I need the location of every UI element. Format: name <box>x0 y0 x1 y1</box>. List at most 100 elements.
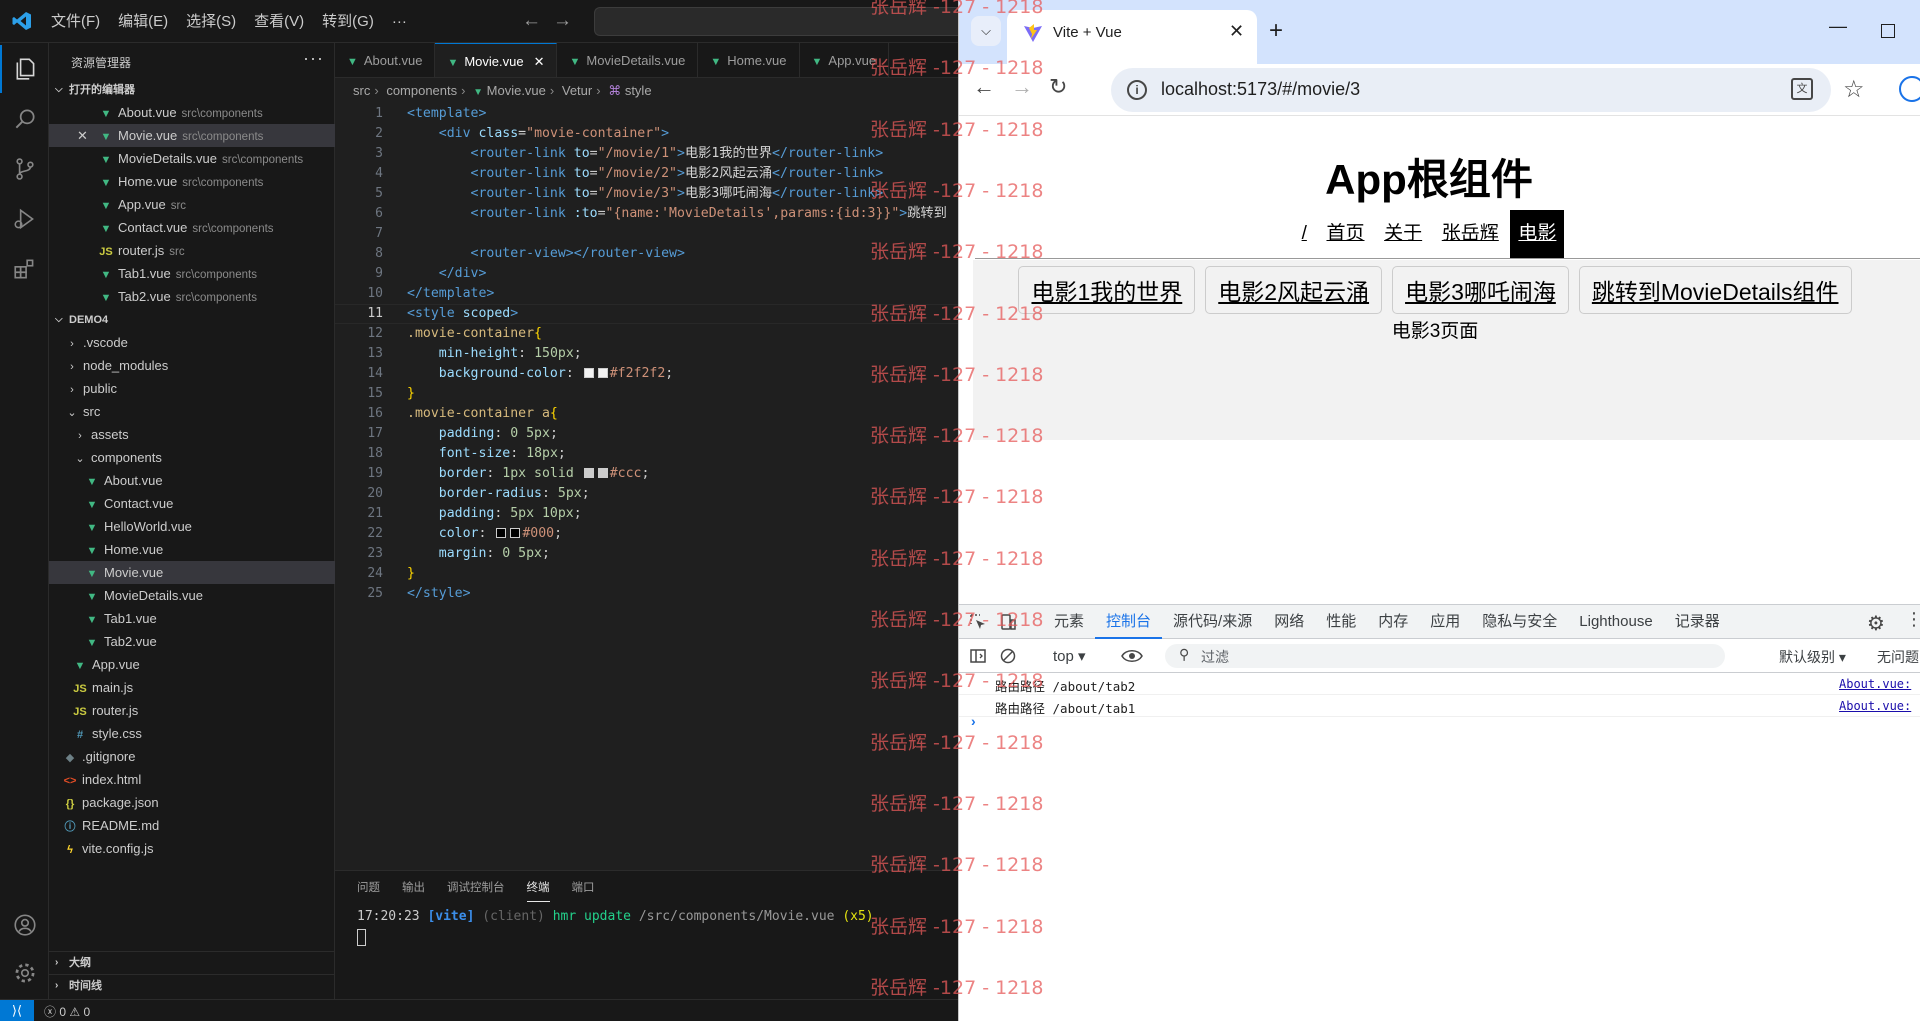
devtools-tab-performance[interactable]: 性能 <box>1315 605 1367 639</box>
open-editor-item[interactable]: ▼ MovieDetails.vue src\components <box>49 147 335 170</box>
sidebar-toggle-icon[interactable] <box>969 647 987 665</box>
bookmark-star-icon[interactable]: ☆ <box>1843 75 1865 104</box>
tab-movie-details[interactable]: ▼ MovieDetails.vue <box>557 43 699 77</box>
open-editor-item[interactable]: ▼ Home.vue src\components <box>49 170 335 193</box>
tree-file[interactable]: ▼ Contact.vue <box>49 492 335 515</box>
devtools-tab-network[interactable]: 网络 <box>1263 605 1315 639</box>
log-level-selector[interactable]: 默认级别 ▾ <box>1779 647 1846 667</box>
tab-movie[interactable]: ▼ Movie.vue ✕ <box>435 43 558 77</box>
tree-file[interactable]: ⓘ README.md <box>49 814 335 837</box>
explorer-icon[interactable] <box>0 45 49 93</box>
outline-header[interactable]: › 大纲 <box>49 951 335 973</box>
reload-icon[interactable]: ↻ <box>1049 74 1067 100</box>
panel-tab-problems[interactable]: 问题 <box>357 879 380 902</box>
tree-folder[interactable]: › .vscode <box>49 331 335 354</box>
tree-file[interactable]: ▼ Tab2.vue <box>49 630 335 653</box>
breadcrumb-item[interactable]: Vetur <box>562 83 592 98</box>
open-editor-item[interactable]: ▼ Tab2.vue src\components <box>49 285 335 308</box>
open-editor-item[interactable]: JS router.js src <box>49 239 335 262</box>
color-swatch-icon[interactable] <box>496 528 507 538</box>
run-debug-icon[interactable] <box>0 195 49 243</box>
inspect-icon[interactable] <box>969 613 987 631</box>
breadcrumb-item[interactable]: Movie.vue <box>487 83 546 98</box>
more-actions-icon[interactable]: ··· <box>303 48 324 69</box>
movie-link-1[interactable]: 电影1我的世界 <box>1018 266 1196 314</box>
problems-count[interactable]: ⓧ 0 ⚠ 0 <box>44 1003 90 1020</box>
color-swatch-icon[interactable] <box>597 468 608 478</box>
color-swatch-icon[interactable] <box>583 468 594 478</box>
open-editor-item[interactable]: ▼ Tab1.vue src\components <box>49 262 335 285</box>
back-icon[interactable]: ← <box>973 74 995 100</box>
account-icon[interactable] <box>0 901 49 949</box>
devtools-tab-privacy[interactable]: 隐私与安全 <box>1471 605 1568 639</box>
breadcrumb-item[interactable]: components <box>386 83 457 98</box>
devtools-tab-console[interactable]: 控制台 <box>1095 605 1163 639</box>
close-tab-icon[interactable]: ✕ <box>1229 21 1244 42</box>
tree-file[interactable]: <> index.html <box>49 768 335 791</box>
menu-more[interactable]: ··· <box>383 0 416 43</box>
tree-file[interactable]: ϟ vite.config.js <box>49 837 335 860</box>
tree-file[interactable]: ▼ MovieDetails.vue <box>49 584 335 607</box>
devtools-more-icon[interactable]: ⋮ <box>1905 609 1920 630</box>
tree-file[interactable]: JS main.js <box>49 676 335 699</box>
search-icon[interactable] <box>0 95 49 143</box>
console-prompt-icon[interactable]: › <box>971 713 976 729</box>
devtools-tab-elements[interactable]: 元素 <box>1043 605 1095 639</box>
color-swatch-icon[interactable] <box>597 368 608 378</box>
open-editor-item-active[interactable]: ✕ ▼ Movie.vue src\components <box>49 124 335 147</box>
tree-file[interactable]: JS router.js <box>49 699 335 722</box>
close-icon[interactable]: ✕ <box>534 54 545 69</box>
devtools-tab-recorder[interactable]: 记录器 <box>1664 605 1731 639</box>
devtools-tab-sources[interactable]: 源代码/来源 <box>1162 605 1263 639</box>
arrow-right-icon[interactable]: → <box>553 10 572 32</box>
console-source-link[interactable]: About.vue: <box>1839 677 1911 691</box>
devtools-settings-icon[interactable]: ⚙ <box>1867 611 1885 636</box>
breadcrumb-item[interactable]: src <box>353 83 370 98</box>
movie-link-2[interactable]: 电影2风起云涌 <box>1205 266 1383 314</box>
device-toggle-icon[interactable] <box>999 613 1017 631</box>
tab-about[interactable]: ▼ About.vue <box>335 43 436 77</box>
tree-folder[interactable]: › public <box>49 377 335 400</box>
movie-details-link[interactable]: 跳转到MovieDetails组件 <box>1578 266 1852 314</box>
tab-home[interactable]: ▼ Home.vue <box>698 43 800 77</box>
menu-edit[interactable]: 编辑(E) <box>109 0 177 43</box>
tree-file[interactable]: ▼ App.vue <box>49 653 335 676</box>
issues-indicator[interactable]: 无问题 <box>1877 647 1919 667</box>
menu-file[interactable]: 文件(F) <box>42 0 109 43</box>
color-swatch-icon[interactable] <box>510 528 521 538</box>
translate-icon[interactable]: 文 <box>1791 78 1813 100</box>
tree-folder[interactable]: › node_modules <box>49 354 335 377</box>
console-filter-input[interactable]: ⚲ 过滤 <box>1165 644 1725 668</box>
menu-view[interactable]: 查看(V) <box>245 0 313 43</box>
tree-file[interactable]: {} package.json <box>49 791 335 814</box>
breadcrumb-item[interactable]: style <box>625 83 652 98</box>
nav-link-movie[interactable]: 电影 <box>1510 210 1565 258</box>
menu-go[interactable]: 转到(G) <box>313 0 383 43</box>
nav-link-home[interactable]: 首页 <box>1318 210 1372 258</box>
devtools-tab-memory[interactable]: 内存 <box>1367 605 1419 639</box>
panel-tab-debug-console[interactable]: 调试控制台 <box>447 879 505 902</box>
open-editor-item[interactable]: ▼ About.vue src\components <box>49 101 335 124</box>
panel-tab-output[interactable]: 输出 <box>402 879 425 902</box>
devtools-tab-lighthouse[interactable]: Lighthouse <box>1568 605 1663 639</box>
nav-link-root[interactable]: / <box>1294 210 1315 258</box>
minimize-icon[interactable]: — <box>1829 16 1847 37</box>
terminal-output[interactable]: 17:20:23 [vite] (client) hmr update /src… <box>357 909 874 924</box>
tree-file[interactable]: # style.css <box>49 722 335 745</box>
settings-gear-icon[interactable] <box>0 949 49 997</box>
open-editor-item[interactable]: ▼ App.vue src <box>49 193 335 216</box>
open-editors-header[interactable]: ⌵ 打开的编辑器 <box>49 79 335 101</box>
open-editor-item[interactable]: ▼ Contact.vue src\components <box>49 216 335 239</box>
address-bar[interactable]: i localhost:5173/#/movie/3 文 <box>1111 68 1831 112</box>
url-text[interactable]: localhost:5173/#/movie/3 <box>1161 79 1360 100</box>
timeline-header[interactable]: › 时间线 <box>49 974 335 996</box>
tab-app[interactable]: ▼ App.vue <box>800 43 890 77</box>
tree-file[interactable]: ▼ About.vue <box>49 469 335 492</box>
source-control-icon[interactable] <box>0 145 49 193</box>
tree-file[interactable]: ▼ Tab1.vue <box>49 607 335 630</box>
panel-tab-terminal[interactable]: 终端 <box>526 879 550 902</box>
tree-folder-open[interactable]: ⌄ src <box>49 400 335 423</box>
nav-link-contact[interactable]: 张岳辉 <box>1434 210 1507 258</box>
browser-tab[interactable]: Vite + Vue ✕ <box>1007 10 1257 64</box>
new-tab-icon[interactable]: + <box>1269 16 1283 46</box>
